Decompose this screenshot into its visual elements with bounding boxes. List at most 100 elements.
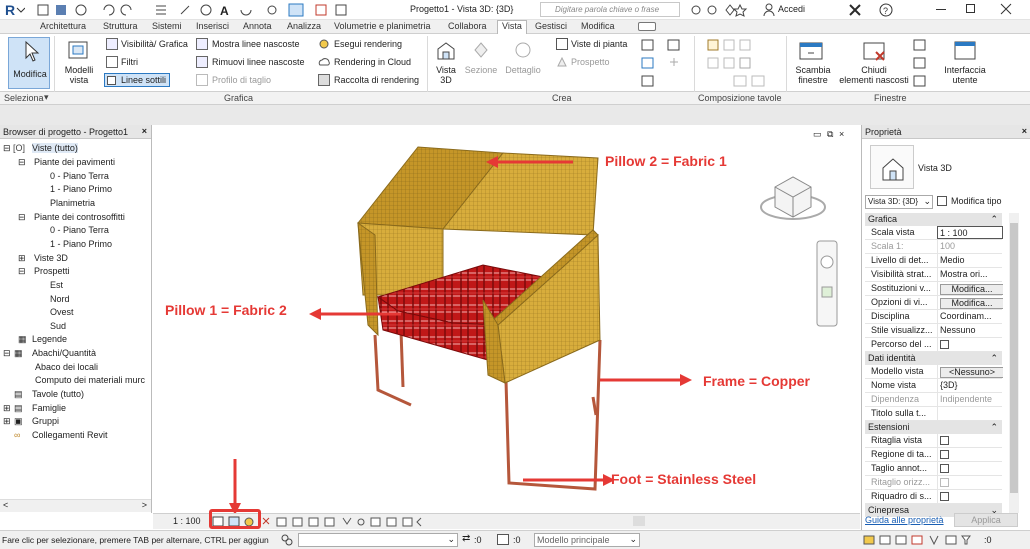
tree-item-famiglie[interactable]: Famiglie — [32, 403, 66, 413]
scambia-finestre-button[interactable]: Scambia finestre — [788, 37, 838, 89]
design-model-dropdown[interactable]: Modello principale ⌄ — [534, 533, 640, 547]
esegui-rendering-button[interactable]: Esegui rendering — [334, 39, 402, 49]
collapse-group-icon[interactable]: ⌃ — [990, 214, 998, 225]
tree-item-cs-piano-terra[interactable]: 0 - Piano Terra — [50, 225, 109, 235]
prop-value[interactable] — [937, 407, 1003, 420]
tree-item-abaco-locali[interactable]: Abaco dei locali — [35, 362, 98, 372]
seleziona-dropdown-icon[interactable]: ▾ — [44, 92, 49, 103]
restore-button[interactable] — [966, 4, 975, 13]
chiudi-elementi-nascosti-button[interactable]: Chiudi elementi nascosti — [838, 37, 910, 89]
properties-scrollbar[interactable] — [1009, 213, 1019, 513]
collapse-icon[interactable]: ⊟ — [18, 266, 26, 277]
prospetto-button[interactable]: Prospetto — [571, 57, 610, 67]
mostra-linee-nascoste-button[interactable]: Mostra linee nascoste — [212, 39, 300, 49]
applica-button[interactable]: Applica — [954, 513, 1018, 527]
crea-extra-icons[interactable] — [640, 38, 690, 88]
modifica-sostituzioni-button[interactable]: Modifica... — [940, 284, 1003, 295]
tree-item-abachi[interactable]: Abachi/Quantità — [32, 348, 96, 358]
close-icon[interactable]: × — [142, 126, 147, 136]
scroll-thumb[interactable] — [1010, 223, 1018, 493]
collapse-group-icon[interactable]: ⌃ — [990, 422, 998, 433]
collapse-icon[interactable]: ⊟ — [3, 348, 11, 359]
filtri-button[interactable]: Filtri — [121, 57, 138, 67]
tree-item-viste-3d[interactable]: Viste 3D — [34, 253, 68, 263]
help-icon[interactable]: ? — [878, 2, 894, 18]
view-hscrollbar[interactable] — [633, 516, 645, 526]
visibilita-grafica-button[interactable]: Visibilità/ Grafica — [121, 39, 188, 49]
dettaglio-button[interactable]: Dettaglio — [503, 37, 543, 89]
view-window-controls[interactable]: ▭ ⧉ × — [813, 129, 855, 141]
tree-item-computo-materiali[interactable]: Computo dei materiali murc — [35, 375, 145, 385]
restore-view-icon[interactable]: ⧉ — [827, 129, 833, 139]
type-selector[interactable]: Vista 3D: {3D} ⌄ — [865, 195, 933, 209]
profilo-di-taglio-button[interactable]: Profilo di taglio — [212, 75, 271, 85]
guida-proprieta-link[interactable]: Guida alle proprietà — [865, 515, 944, 525]
tab-inserisci[interactable]: Inserisci — [196, 21, 229, 31]
tab-analizza[interactable]: Analizza — [287, 21, 321, 31]
prop-value[interactable]: {3D} — [937, 379, 1003, 392]
tab-gestisci[interactable]: Gestisci — [535, 21, 567, 31]
exchange-icon[interactable] — [848, 3, 862, 17]
tree-item-ovest[interactable]: Ovest — [50, 307, 74, 317]
scroll-right-icon[interactable]: > — [142, 500, 147, 510]
tree-item-piano-terra[interactable]: 0 - Piano Terra — [50, 171, 109, 181]
modifica-button[interactable]: Modifica — [8, 37, 50, 89]
panel-seleziona[interactable]: Seleziona — [4, 93, 44, 103]
prop-checkbox[interactable] — [940, 436, 949, 445]
horizontal-scrollbar[interactable]: < > — [0, 499, 151, 512]
tree-item-gruppi[interactable]: Gruppi — [32, 416, 59, 426]
filter-sync-icon[interactable]: ⇄ — [462, 533, 470, 544]
help-tools[interactable] — [690, 3, 750, 17]
tree-item-nord[interactable]: Nord — [50, 294, 70, 304]
tree-item-legende[interactable]: Legende — [32, 334, 67, 344]
tab-volumetrie[interactable]: Volumetrie e planimetria — [334, 21, 431, 31]
tree-item-piano-primo[interactable]: 1 - Piano Primo — [50, 184, 112, 194]
scroll-left-icon[interactable]: < — [3, 500, 8, 510]
close-view-icon[interactable]: × — [839, 129, 844, 139]
tab-annota[interactable]: Annota — [243, 21, 272, 31]
sezione-button[interactable]: Sezione — [464, 37, 498, 89]
prop-checkbox[interactable] — [940, 464, 949, 473]
vista-3d-button[interactable]: Vista 3D — [432, 37, 460, 89]
close-icon[interactable]: × — [1022, 126, 1027, 136]
tree-item-tavole[interactable]: Tavole (tutto) — [32, 389, 84, 399]
prop-value[interactable]: Coordinam... — [937, 310, 1003, 323]
tree-item-cs-piano-primo[interactable]: 1 - Piano Primo — [50, 239, 112, 249]
close-window-button[interactable] — [1000, 3, 1012, 15]
group-dati-identita[interactable]: Dati identità ⌃ — [865, 352, 1002, 365]
expand-icon[interactable]: ⊞ — [3, 416, 11, 427]
tree-item-piante-pavimenti[interactable]: Piante dei pavimenti — [34, 157, 115, 167]
3d-viewport[interactable]: Pillow 2 = Fabric 1 Pillow 1 = Fabric 2 … — [153, 125, 860, 515]
interfaccia-utente-button[interactable]: Interfaccia utente — [940, 37, 990, 89]
window-tile-icons[interactable] — [912, 38, 928, 88]
view-scale[interactable]: 1 : 100 — [173, 516, 201, 526]
chair-3d-model[interactable] — [153, 125, 860, 515]
rendering-in-cloud-button[interactable]: Rendering in Cloud — [334, 57, 411, 67]
group-grafica[interactable]: Grafica ⌃ — [865, 213, 1002, 226]
modello-vista-button[interactable]: <Nessuno> — [940, 367, 1003, 378]
tree-item-est[interactable]: Est — [50, 280, 63, 290]
search-box[interactable]: Digitare parola chiave o frase — [540, 2, 680, 17]
prop-value[interactable]: Nessuno — [937, 324, 1003, 337]
user-icon[interactable] — [763, 3, 775, 17]
collapse-icon[interactable]: ⊟ — [3, 143, 11, 154]
tab-sistemi[interactable]: Sistemi — [152, 21, 182, 31]
minimize-view-icon[interactable]: ▭ — [813, 129, 822, 139]
tab-vista[interactable]: Vista — [497, 20, 527, 34]
prop-value[interactable]: Mostra ori... — [937, 268, 1003, 281]
expand-icon[interactable]: ⊞ — [3, 403, 11, 414]
prop-checkbox[interactable] — [940, 450, 949, 459]
prop-checkbox[interactable] — [940, 492, 949, 501]
selection-filter-icons[interactable] — [862, 533, 982, 547]
viste-di-pianta-button[interactable]: Viste di pianta — [571, 39, 627, 49]
tab-architettura[interactable]: Architettura — [40, 21, 86, 31]
prop-value[interactable]: Medio — [937, 254, 1003, 267]
workset-icon[interactable] — [280, 533, 294, 547]
tree-item-planimetria[interactable]: Planimetria — [50, 198, 95, 208]
workset-dropdown[interactable]: ⌄ — [298, 533, 458, 547]
tab-struttura[interactable]: Struttura — [103, 21, 138, 31]
tree-item-collegamenti[interactable]: Collegamenti Revit — [32, 430, 108, 440]
design-options-icon[interactable] — [497, 534, 509, 545]
tree-item-viste-tutto[interactable]: Viste (tutto) — [32, 143, 78, 153]
tab-collabora[interactable]: Collabora — [448, 21, 487, 31]
